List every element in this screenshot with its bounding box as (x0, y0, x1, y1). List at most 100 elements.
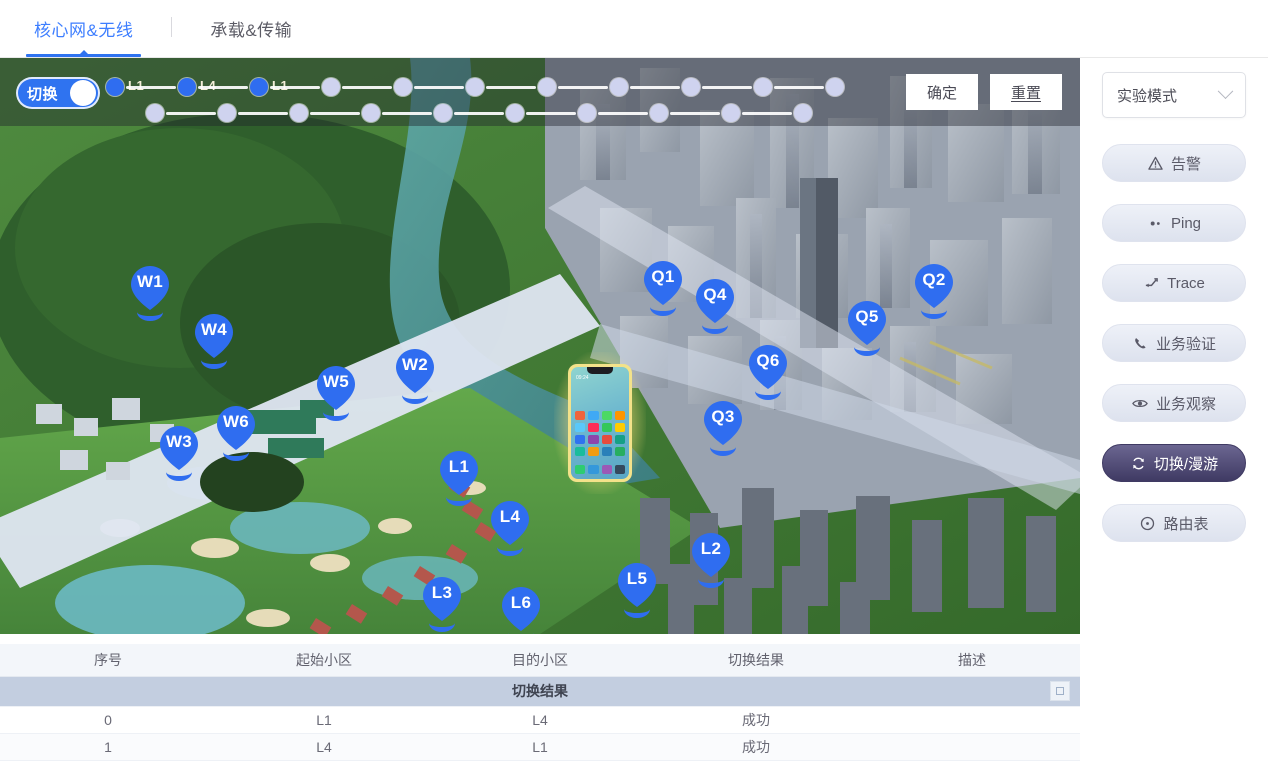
map-marker-q2[interactable]: Q2 (912, 263, 956, 321)
rail-node-10[interactable] (794, 104, 812, 122)
toolbar-buttons: 确定 重置 (906, 74, 1062, 110)
result-table-header-row: 序号起始小区目的小区切换结果描述 (0, 644, 1080, 676)
switch-toggle[interactable]: 切换 (16, 77, 100, 109)
mode-select-value: 实验模式 (1117, 85, 1177, 106)
table-cell-result: 成功 (648, 706, 864, 733)
rail-node-3[interactable] (290, 104, 308, 122)
result-table-title-row: 切换结果 (0, 676, 1080, 706)
sidebar-button-路由表[interactable]: 路由表 (1102, 504, 1246, 542)
map-marker-l4[interactable]: L4 (488, 500, 532, 558)
rail-segment (310, 112, 360, 115)
node-rail-row-bottom (106, 102, 906, 124)
rail-node-2[interactable] (218, 104, 236, 122)
handover-node-rail[interactable]: L1L4L1 (106, 66, 906, 122)
map-marker-q5[interactable]: Q5 (845, 300, 889, 358)
map-canvas[interactable]: 切换 L1L4L1 确定 重置 W1 W4 W5 W2 W6W3 Q1Q4 (0, 58, 1080, 634)
sidebar-button-业务观察[interactable]: 业务观察 (1102, 384, 1246, 422)
rail-node-6[interactable] (506, 104, 524, 122)
rail-node-4[interactable] (322, 78, 340, 96)
rail-node-7[interactable] (538, 78, 556, 96)
rail-node-9[interactable] (682, 78, 700, 96)
refresh-icon (1130, 455, 1147, 472)
table-cell-desc (864, 733, 1080, 760)
sidebar-button-label: 业务观察 (1156, 393, 1216, 414)
tab-active-notch (79, 50, 89, 55)
map-marker-q4[interactable]: Q4 (693, 278, 737, 336)
rail-node-10[interactable] (754, 78, 772, 96)
rail-node-1[interactable] (106, 78, 124, 96)
map-marker-base (710, 447, 736, 456)
map-marker-q3[interactable]: Q3 (701, 400, 745, 458)
clock-icon (1139, 515, 1156, 532)
map-marker-w5[interactable]: W5 (314, 365, 358, 423)
minimize-icon[interactable] (1050, 681, 1070, 701)
table-row[interactable]: 1L4L1成功 (0, 733, 1080, 760)
mode-select[interactable]: 实验模式 (1102, 72, 1246, 118)
rail-node-8[interactable] (610, 78, 628, 96)
rail-node-7[interactable] (578, 104, 596, 122)
table-cell-source: L4 (216, 733, 432, 760)
result-table-column-header: 序号 (0, 644, 216, 676)
map-marker-q1[interactable]: Q1 (641, 260, 685, 318)
main-layout: 切换 L1L4L1 确定 重置 W1W4W5W2W6W3Q1Q4 (0, 58, 1268, 769)
rail-segment (774, 86, 824, 89)
map-pin-icon (490, 500, 530, 546)
map-marker-w3[interactable]: W3 (157, 425, 201, 483)
map-marker-l5[interactable]: L5 (615, 562, 659, 620)
map-marker-l6[interactable]: L6 (499, 586, 543, 634)
tab-bearer-transport[interactable]: 承载&传输 (198, 16, 304, 57)
map-marker-base (497, 547, 523, 556)
rail-segment (670, 112, 720, 115)
map-marker-l1[interactable]: L1 (437, 450, 481, 508)
rail-node-5[interactable] (434, 104, 452, 122)
phone-app-grid (575, 411, 625, 456)
rail-segment (126, 86, 176, 89)
map-marker-w2[interactable]: W2 (393, 348, 437, 406)
map-marker-w6[interactable]: W6 (214, 405, 258, 463)
node-rail-row-top: L1L4L1 (106, 76, 906, 98)
map-marker-base (624, 609, 650, 618)
sidebar-button-label: 业务验证 (1156, 333, 1216, 354)
map-marker-l3[interactable]: L3 (420, 576, 464, 634)
map-pin-icon (643, 260, 683, 306)
map-marker-base (508, 633, 534, 634)
rail-node-4[interactable] (362, 104, 380, 122)
map-pin-icon (395, 348, 435, 394)
map-pin-icon (748, 344, 788, 390)
ue-phone-marker[interactable]: 09:24 (568, 364, 632, 482)
map-marker-w1[interactable]: W1 (128, 265, 172, 323)
table-cell-source: L1 (216, 706, 432, 733)
rail-segment (558, 86, 608, 89)
switch-toggle-label: 切换 (27, 83, 58, 104)
rail-node-5[interactable] (394, 78, 412, 96)
tab-label: 核心网&无线 (34, 21, 133, 40)
rail-node-8[interactable] (650, 104, 668, 122)
map-marker-w4[interactable]: W4 (192, 313, 236, 371)
map-marker-base (201, 360, 227, 369)
confirm-button[interactable]: 确定 (906, 74, 978, 110)
rail-node-11[interactable] (826, 78, 844, 96)
sidebar-button-告警[interactable]: 告警 (1102, 144, 1246, 182)
result-table-title-cell: 切换结果 (0, 676, 1080, 706)
tab-core-wireless[interactable]: 核心网&无线 (22, 16, 145, 57)
map-marker-l2[interactable]: L2 (689, 532, 733, 590)
rail-node-9[interactable] (722, 104, 740, 122)
sidebar-button-切换-漫游[interactable]: 切换/漫游 (1102, 444, 1246, 482)
rail-segment (382, 112, 432, 115)
rail-segment (270, 86, 320, 89)
table-cell-result: 成功 (648, 733, 864, 760)
sidebar-button-Ping[interactable]: Ping (1102, 204, 1246, 242)
map-marker-q6[interactable]: Q6 (746, 344, 790, 402)
map-pin-icon (439, 450, 479, 496)
rail-node-2[interactable] (178, 78, 196, 96)
rail-node-6[interactable] (466, 78, 484, 96)
sidebar-button-label: Ping (1171, 215, 1201, 232)
table-row[interactable]: 0L1L4成功 (0, 706, 1080, 733)
rail-node-3[interactable] (250, 78, 268, 96)
switch-toggle-knob (70, 80, 96, 106)
rail-node-1[interactable] (146, 104, 164, 122)
reset-button[interactable]: 重置 (990, 74, 1062, 110)
sidebar-button-Trace[interactable]: Trace (1102, 264, 1246, 302)
sidebar-button-业务验证[interactable]: 业务验证 (1102, 324, 1246, 362)
map-marker-base (702, 325, 728, 334)
